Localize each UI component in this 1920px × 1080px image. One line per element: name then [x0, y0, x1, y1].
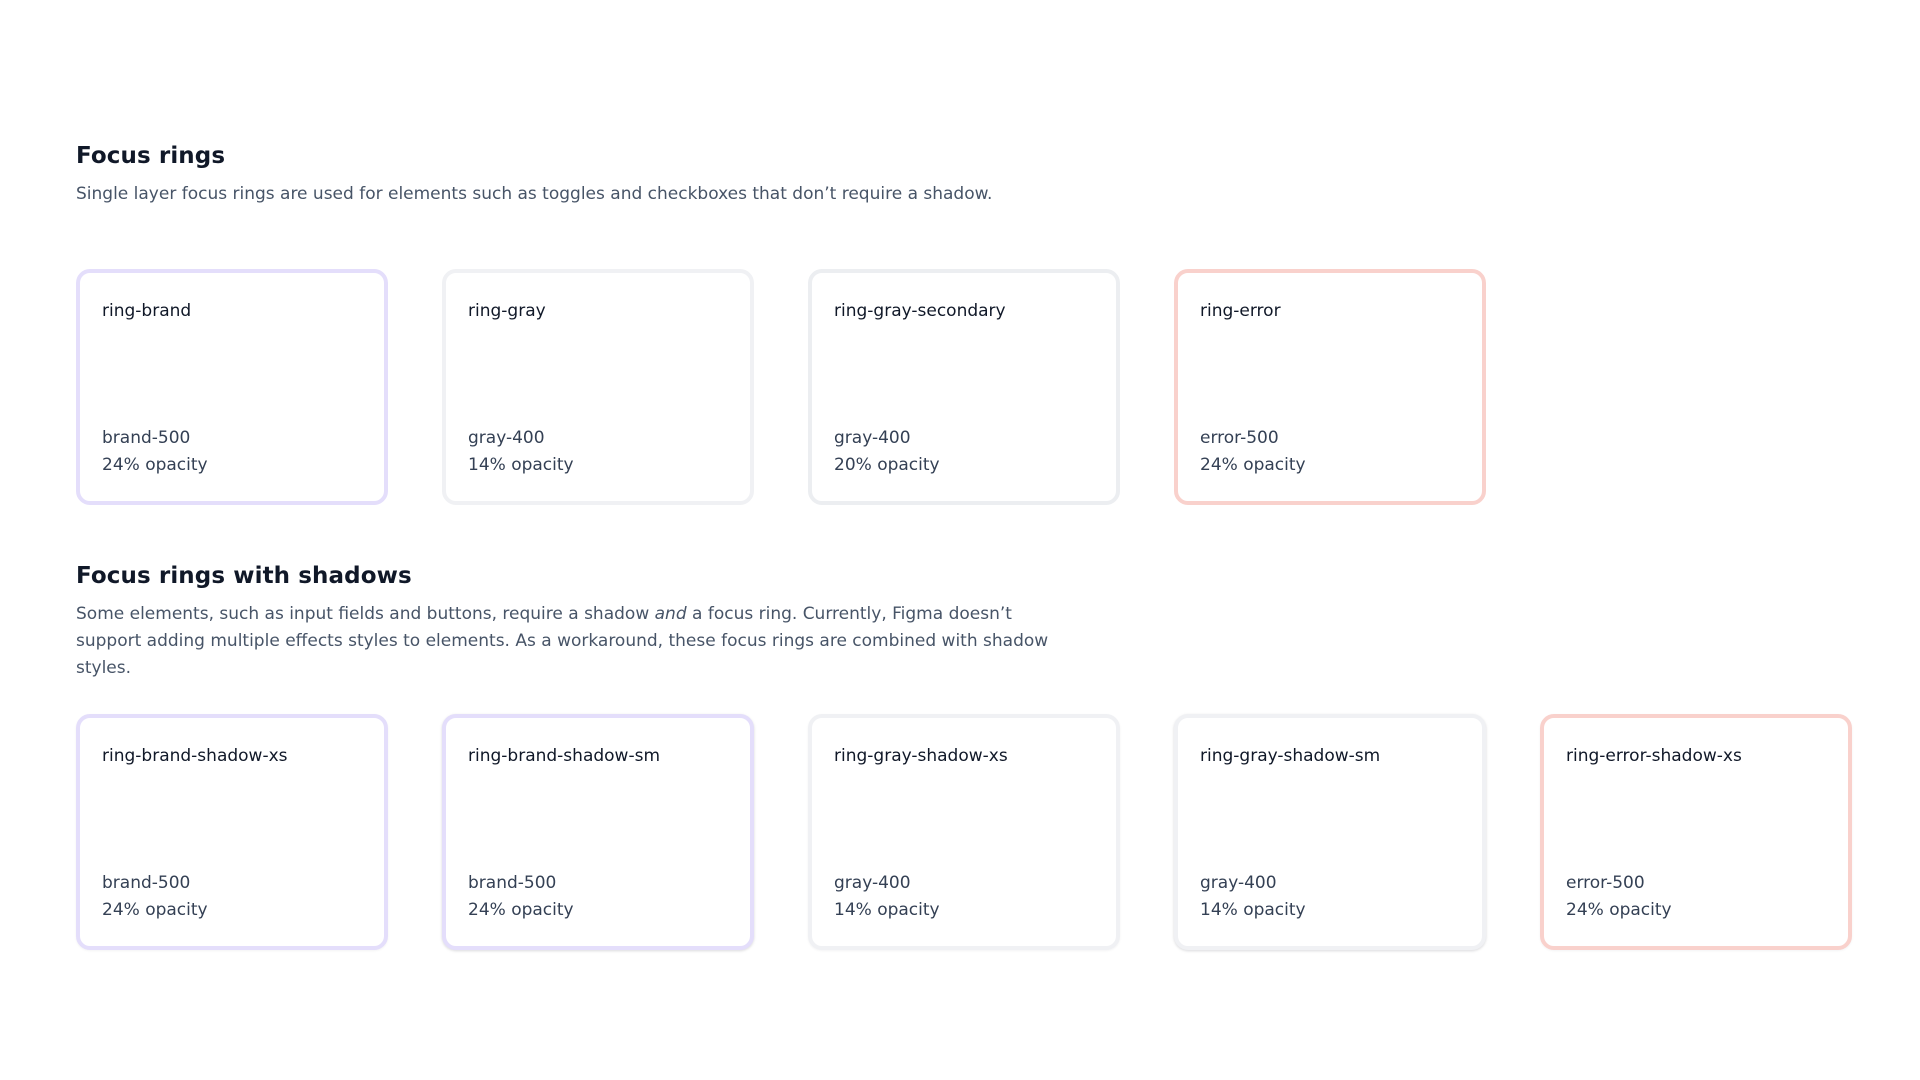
section-description: Some elements, such as input fields and …	[76, 601, 1076, 682]
card-title: ring-brand	[102, 301, 192, 321]
card-color-token: error-500	[1566, 873, 1645, 893]
card-opacity: 14% opacity	[468, 455, 574, 475]
card-meta: brand-500 24% opacity	[102, 870, 208, 924]
card-meta: error-500 24% opacity	[1566, 870, 1672, 924]
card-meta: brand-500 24% opacity	[102, 425, 208, 479]
card-color-token: gray-400	[834, 873, 911, 893]
card-title: ring-brand-shadow-xs	[102, 746, 288, 766]
card-color-token: brand-500	[102, 873, 191, 893]
card-color-token: brand-500	[102, 428, 191, 448]
card-ring-brand: ring-brand brand-500 24% opacity	[76, 269, 388, 505]
description-emphasis: and	[654, 604, 687, 624]
card-ring-error-shadow-xs: ring-error-shadow-xs error-500 24% opaci…	[1540, 714, 1852, 950]
card-color-token: brand-500	[468, 873, 557, 893]
card-title: ring-error-shadow-xs	[1566, 746, 1742, 766]
card-title: ring-gray-shadow-sm	[1200, 746, 1381, 766]
card-meta: gray-400 14% opacity	[1200, 870, 1306, 924]
card-meta: error-500 24% opacity	[1200, 425, 1306, 479]
card-title: ring-gray	[468, 301, 546, 321]
card-color-token: gray-400	[1200, 873, 1277, 893]
card-meta: gray-400 14% opacity	[468, 425, 574, 479]
focus-ring-shadow-cards: ring-brand-shadow-xs brand-500 24% opaci…	[76, 714, 1852, 950]
section-description: Single layer focus rings are used for el…	[76, 184, 993, 204]
section-title: Focus rings with shadows	[76, 563, 412, 589]
card-title: ring-gray-secondary	[834, 301, 1006, 321]
card-title: ring-error	[1200, 301, 1281, 321]
card-ring-error: ring-error error-500 24% opacity	[1174, 269, 1486, 505]
card-ring-gray-shadow-xs: ring-gray-shadow-xs gray-400 14% opacity	[808, 714, 1120, 950]
card-ring-brand-shadow-xs: ring-brand-shadow-xs brand-500 24% opaci…	[76, 714, 388, 950]
card-color-token: gray-400	[468, 428, 545, 448]
card-ring-gray: ring-gray gray-400 14% opacity	[442, 269, 754, 505]
description-part: Some elements, such as input fields and …	[76, 604, 655, 624]
card-title: ring-brand-shadow-sm	[468, 746, 661, 766]
focus-rings-section: Focus rings Single layer focus rings are…	[76, 141, 1856, 505]
focus-rings-shadows-section: Focus rings with shadows Some elements, …	[76, 561, 1856, 950]
card-opacity: 24% opacity	[1566, 900, 1672, 920]
card-ring-brand-shadow-sm: ring-brand-shadow-sm brand-500 24% opaci…	[442, 714, 754, 950]
card-ring-gray-shadow-sm: ring-gray-shadow-sm gray-400 14% opacity	[1174, 714, 1486, 950]
card-opacity: 24% opacity	[468, 900, 574, 920]
card-color-token: error-500	[1200, 428, 1279, 448]
card-opacity: 20% opacity	[834, 455, 940, 475]
card-meta: gray-400 14% opacity	[834, 870, 940, 924]
card-ring-gray-secondary: ring-gray-secondary gray-400 20% opacity	[808, 269, 1120, 505]
card-title: ring-gray-shadow-xs	[834, 746, 1008, 766]
card-opacity: 14% opacity	[834, 900, 940, 920]
focus-ring-cards: ring-brand brand-500 24% opacity ring-gr…	[76, 269, 1486, 505]
section-title: Focus rings	[76, 143, 226, 169]
card-meta: gray-400 20% opacity	[834, 425, 940, 479]
card-opacity: 24% opacity	[102, 900, 208, 920]
card-opacity: 14% opacity	[1200, 900, 1306, 920]
card-meta: brand-500 24% opacity	[468, 870, 574, 924]
card-opacity: 24% opacity	[102, 455, 208, 475]
card-opacity: 24% opacity	[1200, 455, 1306, 475]
card-color-token: gray-400	[834, 428, 911, 448]
